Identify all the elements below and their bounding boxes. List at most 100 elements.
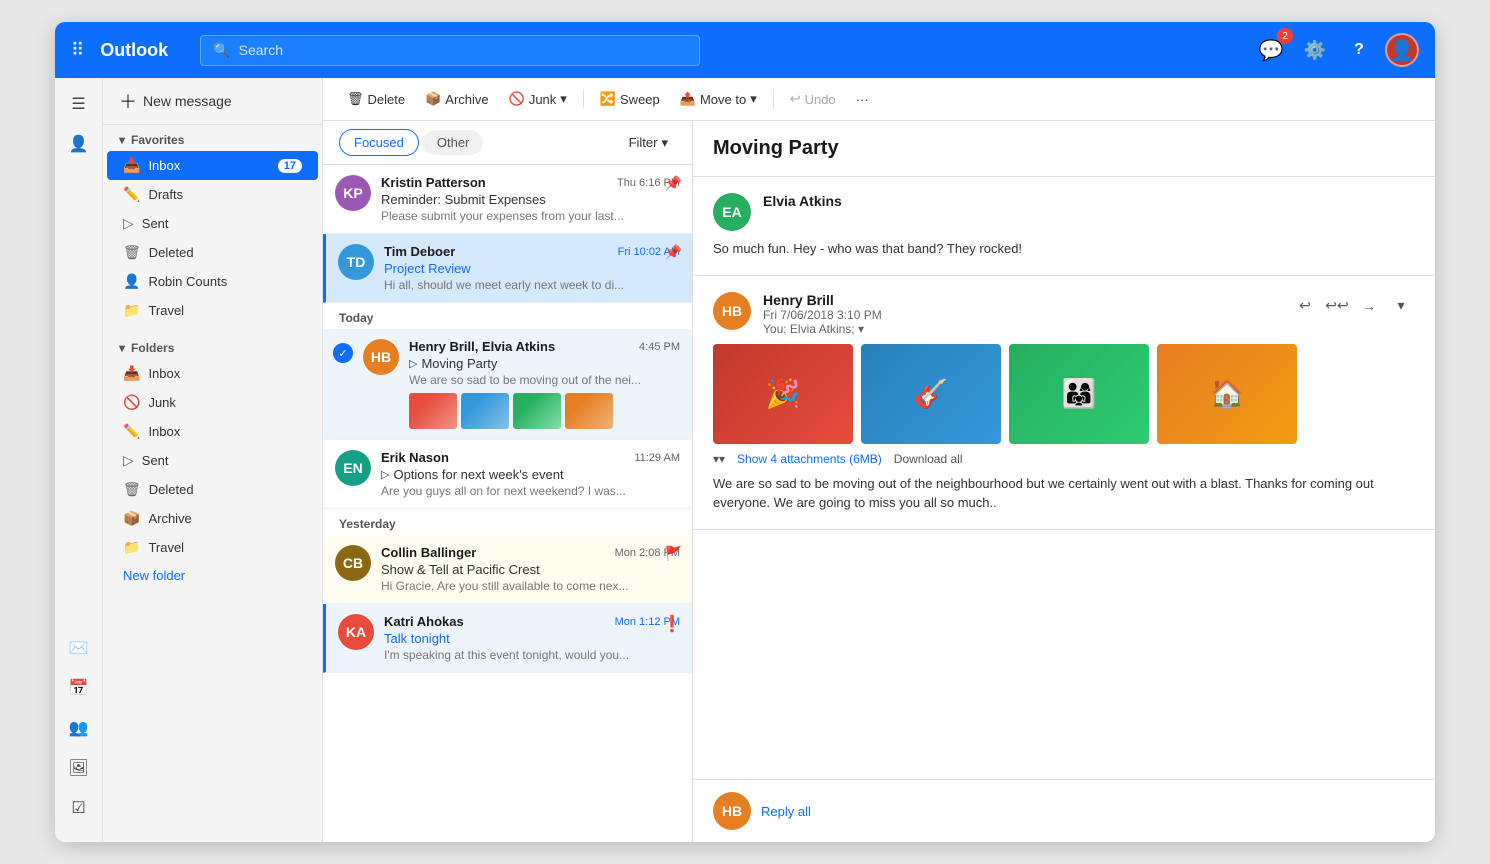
skype-icon-btn[interactable]: 💬 2 — [1253, 32, 1289, 68]
sidebar-icon-mail[interactable]: ✉️ — [61, 630, 97, 666]
expand-recipients-icon[interactable]: ▾ — [858, 322, 864, 336]
reply-all-area: HB Reply all — [693, 779, 1435, 842]
message-card: EA Elvia Atkins So much fun. Hey - who w… — [693, 177, 1435, 276]
message-header: EA Elvia Atkins — [713, 193, 1415, 231]
email-item[interactable]: ✓ HB Henry Brill, Elvia Atkins 4:45 PM ▷… — [323, 329, 692, 440]
deleted-icon: 🗑 — [123, 244, 141, 261]
help-icon: ? — [1354, 41, 1364, 59]
download-all-button[interactable]: Download all — [894, 452, 963, 466]
reply-all-button-bottom[interactable]: Reply all — [761, 804, 811, 819]
folders-header[interactable]: ▾ Folders — [103, 333, 322, 359]
reply-all-button[interactable]: ↩↩ — [1323, 292, 1351, 320]
sidebar-folder-sent[interactable]: ▷ Sent — [107, 446, 318, 475]
sidebar-icon-calendar[interactable]: 📅 — [61, 670, 97, 706]
attachments-label[interactable]: Show 4 attachments (6MB) — [737, 452, 882, 466]
sidebar-folder-deleted[interactable]: 🗑 Deleted — [107, 475, 318, 504]
reading-messages: EA Elvia Atkins So much fun. Hey - who w… — [693, 177, 1435, 779]
sent-icon: ▷ — [123, 215, 134, 232]
email-subject: Talk tonight — [384, 631, 680, 646]
reply-button[interactable]: ↩ — [1291, 292, 1319, 320]
email-sender: Tim Deboer — [384, 244, 455, 259]
email-item[interactable]: KP Kristin Patterson Thu 6:16 PM Reminde… — [323, 165, 692, 234]
settings-icon-btn[interactable]: ⚙️ — [1297, 32, 1333, 68]
tab-focused[interactable]: Focused — [339, 129, 419, 156]
email-item[interactable]: TD Tim Deboer Fri 10:02 AM Project Revie… — [323, 234, 692, 303]
email-header-row: Henry Brill, Elvia Atkins 4:45 PM — [409, 339, 680, 354]
gear-icon: ⚙️ — [1304, 40, 1326, 61]
folder-label: Junk — [148, 395, 175, 410]
reading-pane: Moving Party EA Elvia Atkins So much fun… — [693, 121, 1435, 842]
message-body: So much fun. Hey - who was that band? Th… — [713, 239, 1415, 259]
more-options-button[interactable]: ··· — [848, 87, 877, 112]
app-container: ⠿ Outlook 🔍 💬 2 ⚙️ ? 👤 ☰ 👤 — [55, 22, 1435, 842]
user-avatar[interactable]: 👤 — [1385, 33, 1419, 67]
search-bar[interactable]: 🔍 — [200, 35, 700, 66]
folder-pane: ＋ New message ▾ Favorites 📥 Inbox 17 ✏️ … — [103, 78, 323, 842]
sidebar-item-drafts[interactable]: ✏️ Drafts — [107, 180, 318, 209]
junk-chevron-icon: ▾ — [560, 91, 567, 107]
email-sender: Katri Ahokas — [384, 614, 464, 629]
pin-icon: 📌 — [665, 244, 682, 261]
delete-button[interactable]: 🗑 Delete — [339, 86, 413, 112]
sidebar-folder-inbox[interactable]: 📥 Inbox — [107, 359, 318, 388]
new-folder-label: New folder — [123, 568, 185, 583]
forward-button[interactable]: → — [1355, 292, 1383, 320]
junk-button[interactable]: 🚫 Junk ▾ — [501, 86, 575, 112]
sidebar-item-sent[interactable]: ▷ Sent — [107, 209, 318, 238]
new-folder-button[interactable]: New folder — [107, 562, 318, 589]
filter-button[interactable]: Filter ▾ — [621, 131, 676, 155]
email-preview: I'm speaking at this event tonight, woul… — [384, 648, 680, 662]
sidebar-item-robin-counts[interactable]: 👤 Robin Counts — [107, 267, 318, 296]
sidebar-icon-tasks[interactable]: ☑ — [61, 790, 97, 826]
toolbar: 🗑 Delete 📦 Archive 🚫 Junk ▾ 🔀 Sweep — [323, 78, 1435, 121]
sidebar-icon-person[interactable]: 👤 — [61, 126, 97, 162]
sidebar-folder-inbox2[interactable]: ✏️ Inbox — [107, 417, 318, 446]
attachment-thumb — [513, 393, 561, 429]
sidebar-item-deleted[interactable]: 🗑 Deleted — [107, 238, 318, 267]
email-item[interactable]: KA Katri Ahokas Mon 1:12 PM Talk tonight… — [323, 604, 692, 673]
sidebar-folder-travel[interactable]: 📁 Travel — [107, 533, 318, 562]
deleted-icon-2: 🗑 — [123, 481, 141, 498]
more-label: ··· — [856, 92, 869, 107]
move-to-button[interactable]: 📤 Move to ▾ — [672, 86, 765, 112]
email-header-row: Collin Ballinger Mon 2:08 PM — [381, 545, 680, 560]
sidebar-icon-contacts[interactable]: 👥 — [61, 710, 97, 746]
archive-icon: 📦 — [123, 510, 140, 527]
sidebar-icon-menu[interactable]: ☰ — [61, 86, 97, 122]
search-input[interactable] — [239, 42, 688, 58]
search-icon: 🔍 — [213, 42, 230, 59]
email-item[interactable]: EN Erik Nason 11:29 AM ▷ Options for nex… — [323, 440, 692, 509]
new-message-button[interactable]: ＋ New message — [103, 78, 322, 125]
folders-label: Folders — [131, 341, 174, 355]
avatar: HB — [363, 339, 399, 375]
email-time: 4:45 PM — [639, 341, 680, 353]
sidebar-item-travel[interactable]: 📁 Travel — [107, 296, 318, 325]
email-header-row: Kristin Patterson Thu 6:16 PM — [381, 175, 680, 190]
sidebar-item-inbox-favorites[interactable]: 📥 Inbox 17 — [107, 151, 318, 180]
attachment-image-1: 🎉 — [713, 344, 853, 444]
archive-button[interactable]: 📦 Archive — [417, 86, 497, 112]
person-icon: 👤 — [123, 273, 140, 290]
favorites-header[interactable]: ▾ Favorites — [103, 125, 322, 151]
plus-icon: ＋ — [119, 88, 137, 114]
avatar: KP — [335, 175, 371, 211]
email-time: 11:29 AM — [634, 452, 680, 464]
tab-other[interactable]: Other — [423, 130, 484, 155]
folder-label: Travel — [148, 540, 184, 555]
delete-icon: 🗑 — [347, 91, 364, 107]
grid-icon[interactable]: ⠿ — [71, 40, 84, 61]
email-sender: Erik Nason — [381, 450, 449, 465]
help-icon-btn[interactable]: ? — [1341, 32, 1377, 68]
undo-button[interactable]: ↩ Undo — [782, 86, 844, 112]
attachment-image-4: 🏠 — [1157, 344, 1297, 444]
attachment-thumb — [461, 393, 509, 429]
email-item[interactable]: CB Collin Ballinger Mon 2:08 PM Show & T… — [323, 535, 692, 604]
sidebar-folder-junk[interactable]: 🚫 Junk — [107, 388, 318, 417]
expand-message-button[interactable]: ▾ — [1387, 292, 1415, 320]
folder-label: Deleted — [149, 245, 194, 260]
sweep-button[interactable]: 🔀 Sweep — [592, 86, 668, 112]
sidebar-folder-archive[interactable]: 📦 Archive — [107, 504, 318, 533]
folder-label: Robin Counts — [148, 274, 227, 289]
toolbar-separator-2 — [773, 89, 774, 109]
sidebar-icon-photos[interactable]: 🖼 — [61, 750, 97, 786]
